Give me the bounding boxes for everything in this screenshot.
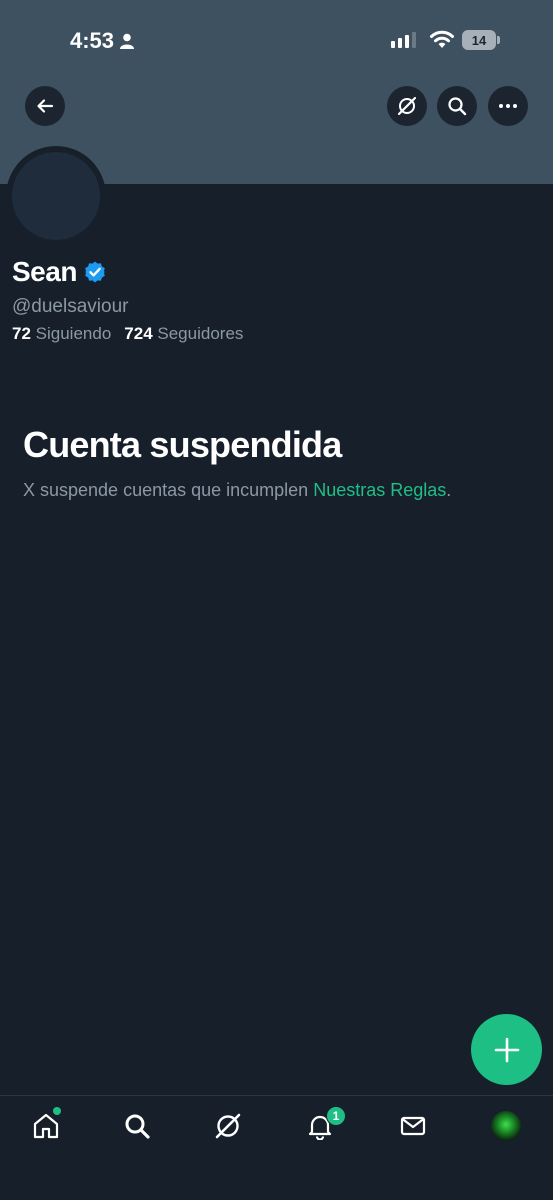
avatar[interactable]: [12, 152, 100, 240]
time-text: 4:53: [70, 28, 115, 53]
followers-count: 724: [124, 324, 153, 343]
home-icon: [33, 1113, 59, 1139]
battery-icon: 14: [462, 30, 496, 50]
mail-icon: [400, 1116, 426, 1136]
follow-stats: 72 Siguiendo 724 Seguidores: [12, 324, 243, 344]
profile-handle: @duelsaviour: [12, 296, 129, 317]
cellular-signal-icon: [391, 32, 416, 48]
followers-label: Seguidores: [157, 324, 244, 343]
bottom-tab-bar: [0, 1095, 553, 1200]
grok-button[interactable]: [387, 86, 427, 126]
battery-level: 14: [471, 32, 487, 48]
tab-search[interactable]: [119, 1108, 155, 1144]
battery-tip: [497, 36, 500, 44]
profile-name-row: Sean: [12, 256, 107, 288]
notifications-badge: 1: [326, 1106, 346, 1126]
following-label: Siguiendo: [35, 324, 112, 343]
search-icon: [125, 1114, 150, 1139]
tab-grok[interactable]: [210, 1108, 246, 1144]
verified-badge-icon: [84, 261, 105, 283]
tab-profile-avatar[interactable]: [491, 1111, 521, 1141]
home-new-dot: [53, 1107, 61, 1115]
wifi-icon: [430, 30, 454, 48]
person-icon: [120, 33, 135, 49]
plus-icon: [494, 1037, 519, 1062]
search-button[interactable]: [437, 86, 477, 126]
following-count: 72: [12, 324, 31, 343]
status-time: 4:53: [70, 28, 135, 54]
more-options-button[interactable]: [488, 86, 528, 126]
more-horizontal-icon: [499, 104, 517, 108]
suspended-message: X suspende cuentas que incumplen Nuestra…: [23, 480, 451, 501]
arrow-left-icon: [37, 99, 54, 113]
suspended-text: X suspende cuentas que incumplen: [23, 480, 314, 500]
suspended-suffix: .: [446, 480, 452, 500]
tab-messages[interactable]: [395, 1108, 431, 1144]
profile-name: Sean: [12, 256, 77, 287]
compose-button[interactable]: [471, 1014, 542, 1085]
grok-icon: [215, 1113, 241, 1139]
following-link[interactable]: 72 Siguiendo: [12, 324, 111, 344]
avatar-frame: [6, 146, 106, 246]
search-icon: [448, 97, 467, 116]
back-button[interactable]: [25, 86, 65, 126]
rules-link[interactable]: Nuestras Reglas: [313, 480, 446, 500]
suspended-title: Cuenta suspendida: [23, 424, 342, 465]
grok-icon: [397, 96, 417, 116]
status-bar: 4:53 14: [0, 0, 553, 80]
followers-link[interactable]: 724 Seguidores: [124, 324, 243, 344]
